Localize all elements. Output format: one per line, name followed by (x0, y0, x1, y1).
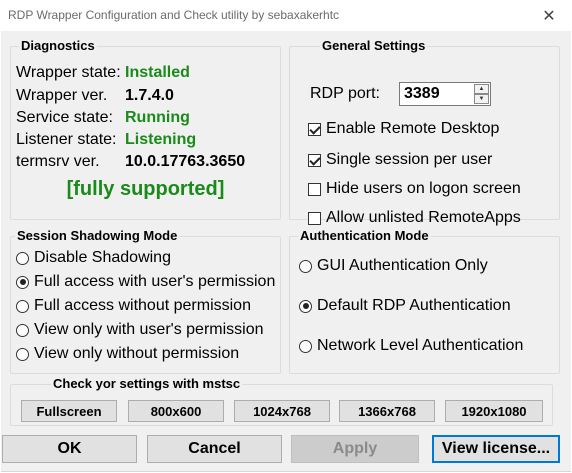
radio-full-access-without-permission[interactable]: Full access without permission (16, 296, 251, 316)
spin-up-button[interactable]: ▲ (474, 84, 489, 94)
authentication-mode-group: Authentication Mode GUI Authentication O… (289, 228, 560, 374)
general-settings-group: General Settings RDP port: ▲ ▼ Enable Re… (289, 38, 560, 226)
fullscreen-button[interactable]: Fullscreen (21, 400, 117, 422)
checkbox-box (308, 211, 321, 225)
radio-label: Default RDP Authentication (317, 297, 511, 314)
spin-down-button[interactable]: ▼ (474, 94, 489, 104)
diag-label: Wrapper ver. (16, 87, 108, 104)
enable-remote-desktop-checkbox[interactable]: Enable Remote Desktop (308, 119, 499, 139)
diagnostics-group: Diagnostics Wrapper state: Installed Wra… (10, 38, 281, 220)
radio-gui-authentication[interactable]: GUI Authentication Only (299, 256, 488, 276)
single-session-checkbox[interactable]: Single session per user (308, 150, 492, 170)
radio-circle (16, 299, 29, 313)
hide-users-checkbox[interactable]: Hide users on logon screen (308, 179, 521, 199)
radio-circle (16, 323, 29, 337)
wrapper-version-value: 1.7.4.0 (125, 87, 174, 104)
shadowing-mode-group: Session Shadowing Mode Disable Shadowing… (10, 228, 281, 374)
rdp-port-input[interactable] (400, 83, 474, 105)
cancel-button[interactable]: Cancel (147, 435, 282, 463)
service-state-value: Running (125, 109, 190, 126)
rdp-port-spinbox: ▲ ▼ (399, 82, 491, 106)
radio-label: View only without permission (34, 345, 240, 362)
checkbox-label: Single session per user (326, 151, 493, 168)
radio-label: View only with user's permission (34, 321, 264, 338)
radio-circle (16, 347, 29, 361)
radio-circle (299, 339, 312, 353)
window-title: RDP Wrapper Configuration and Check util… (8, 8, 340, 22)
diag-label: Listener state: (16, 131, 117, 148)
checkbox-box (308, 153, 321, 167)
diag-label: Service state: (16, 109, 113, 126)
general-settings-label: General Settings (320, 38, 428, 54)
checkbox-label: Hide users on logon screen (326, 180, 521, 197)
authentication-mode-label: Authentication Mode (298, 228, 431, 244)
radio-label: Full access with user's permission (34, 273, 276, 290)
close-button[interactable]: ✕ (526, 0, 572, 31)
mstsc-check-label: Check yor settings with mstsc (51, 376, 243, 392)
res-1920x1080-button[interactable]: 1920x1080 (445, 400, 543, 422)
listener-state-value: Listening (125, 131, 197, 148)
wrapper-state-value: Installed (125, 64, 190, 81)
mstsc-check-group: Check yor settings with mstsc Fullscreen… (10, 376, 553, 426)
radio-full-access-with-permission[interactable]: Full access with user's permission (16, 272, 275, 292)
support-status: [fully supported] (66, 178, 225, 200)
radio-label: Network Level Authentication (317, 337, 524, 354)
diag-label: termsrv ver. (16, 153, 100, 170)
radio-view-only-without-permission[interactable]: View only without permission (16, 344, 239, 364)
ok-button[interactable]: OK (2, 435, 137, 463)
radio-circle (299, 259, 312, 273)
close-icon: ✕ (542, 7, 556, 25)
rdp-port-label: RDP port: (310, 85, 380, 102)
radio-default-rdp-authentication[interactable]: Default RDP Authentication (299, 296, 511, 316)
termsrv-version-value: 10.0.17763.3650 (125, 153, 246, 170)
radio-disable-shadowing[interactable]: Disable Shadowing (16, 248, 171, 268)
radio-circle (16, 275, 29, 289)
radio-view-only-with-permission[interactable]: View only with user's permission (16, 320, 264, 340)
res-1366x768-button[interactable]: 1366x768 (339, 400, 435, 422)
radio-label: Disable Shadowing (34, 249, 171, 266)
checkbox-label: Allow unlisted RemoteApps (326, 209, 521, 226)
res-800x600-button[interactable]: 800x600 (128, 400, 224, 422)
checkbox-box (308, 122, 321, 136)
title-bar: RDP Wrapper Configuration and Check util… (0, 0, 572, 31)
res-1024x768-button[interactable]: 1024x768 (234, 400, 330, 422)
radio-circle (16, 251, 29, 265)
diag-label: Wrapper state: (16, 64, 121, 81)
checkbox-box (308, 182, 321, 196)
radio-network-level-authentication[interactable]: Network Level Authentication (299, 336, 523, 356)
diagnostics-label: Diagnostics (19, 38, 97, 54)
apply-button[interactable]: Apply (291, 435, 419, 463)
shadowing-mode-label: Session Shadowing Mode (15, 228, 180, 244)
radio-label: Full access without permission (34, 297, 251, 314)
allow-unlisted-remoteapps-checkbox[interactable]: Allow unlisted RemoteApps (308, 208, 521, 228)
radio-circle (299, 299, 312, 313)
view-license-button[interactable]: View license... (432, 435, 560, 463)
radio-label: GUI Authentication Only (317, 257, 488, 274)
dialog-client-area: Diagnostics Wrapper state: Installed Wra… (1, 31, 571, 472)
checkbox-label: Enable Remote Desktop (326, 120, 500, 137)
